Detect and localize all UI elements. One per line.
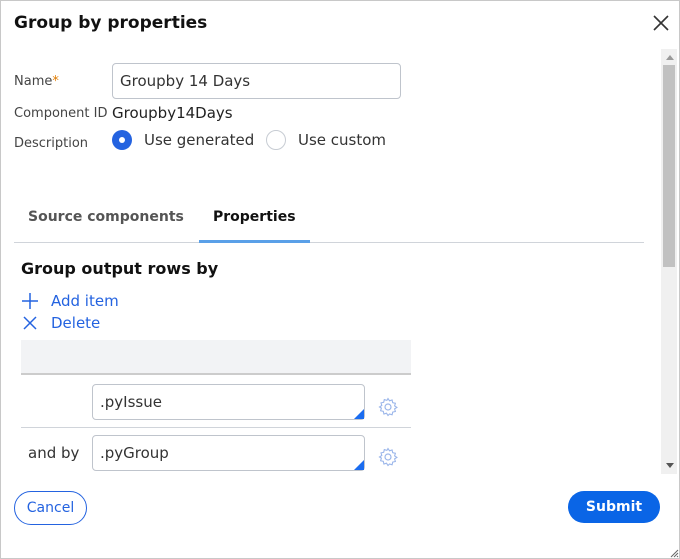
description-label: Description [14,136,89,151]
tab-source-components[interactable]: Source components [28,209,184,225]
required-marker: * [52,74,59,89]
and-by-label: and by [28,444,80,462]
active-tab-indicator [199,240,310,243]
delete-x-icon [23,316,37,330]
scroll-up-arrow[interactable] [666,55,674,60]
tab-divider [14,242,644,243]
close-icon[interactable] [651,13,671,33]
resize-grip-icon[interactable] [669,548,679,558]
group-property-input-2[interactable]: .pyGroup [92,435,365,471]
scroll-down-arrow[interactable] [666,463,674,468]
tab-properties[interactable]: Properties [213,209,296,225]
name-label: Name* [14,74,59,89]
row-divider [21,427,411,428]
group-property-input-1[interactable]: .pyIssue [92,384,365,420]
component-id-label: Component ID [14,106,108,121]
component-id-value: Groupby14Days [112,104,233,122]
add-item-button[interactable]: Add item [21,292,119,310]
use-generated-label[interactable]: Use generated [144,131,254,149]
use-custom-label[interactable]: Use custom [298,131,386,149]
submit-button[interactable]: Submit [568,491,660,523]
plus-icon [22,293,38,309]
cancel-button[interactable]: Cancel [14,491,87,525]
table-header [21,340,411,375]
scrollbar[interactable] [661,49,677,474]
group-heading: Group output rows by [21,259,219,278]
use-custom-radio[interactable] [266,130,286,150]
gear-icon[interactable] [378,447,398,467]
use-generated-radio[interactable] [112,130,132,150]
gear-icon[interactable] [378,397,398,417]
delete-button[interactable]: Delete [21,314,100,332]
add-item-label[interactable]: Add item [51,292,119,310]
dialog-title: Group by properties [14,13,208,33]
name-input[interactable]: Groupby 14 Days [112,63,401,99]
scrollbar-thumb[interactable] [663,65,675,267]
delete-label[interactable]: Delete [51,314,100,332]
